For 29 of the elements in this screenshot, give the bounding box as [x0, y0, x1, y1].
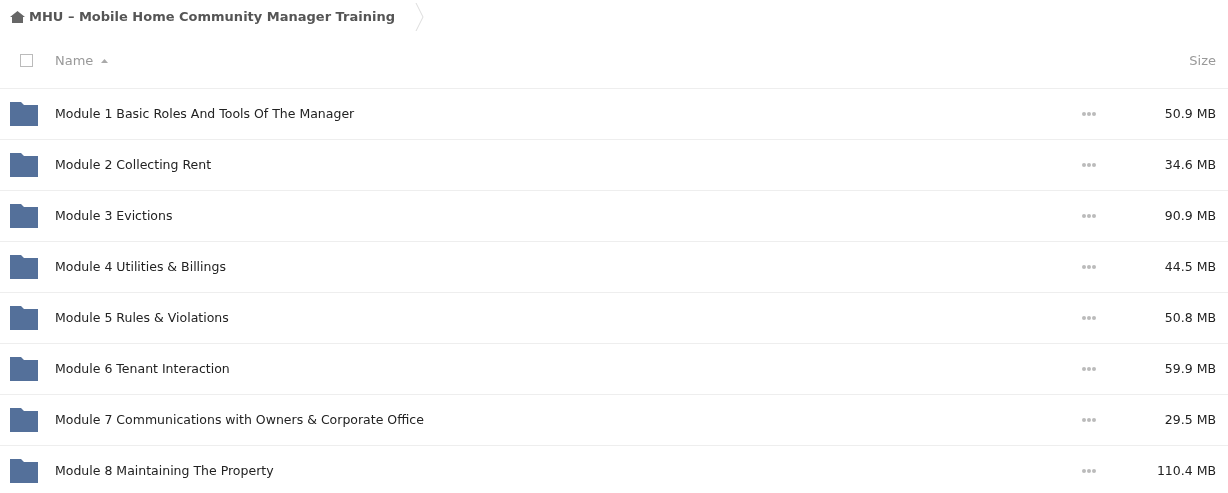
- folder-icon[interactable]: [10, 204, 38, 228]
- file-name[interactable]: Module 6 Tenant Interaction: [55, 359, 230, 379]
- file-name[interactable]: Module 4 Utilities & Billings: [55, 257, 226, 277]
- file-size: 34.6 MB: [1163, 155, 1216, 174]
- folder-icon[interactable]: [10, 153, 38, 177]
- file-size: 59.9 MB: [1163, 359, 1216, 378]
- file-size: 50.9 MB: [1163, 104, 1216, 123]
- folder-icon[interactable]: [10, 306, 38, 330]
- file-size: 50.8 MB: [1163, 308, 1216, 327]
- file-name[interactable]: Module 7 Communications with Owners & Corporate Office: [55, 410, 424, 430]
- file-size: 29.5 MB: [1163, 410, 1216, 429]
- file-name[interactable]: Module 5 Rules & Violations: [55, 308, 229, 328]
- file-name[interactable]: Module 8 Maintaining The Property: [55, 461, 274, 481]
- file-size: 90.9 MB: [1163, 206, 1216, 225]
- file-size: 110.4 MB: [1155, 461, 1216, 480]
- sort-ascending-icon: [101, 58, 109, 63]
- folder-icon[interactable]: [10, 408, 38, 432]
- folder-icon[interactable]: [10, 459, 38, 483]
- file-name[interactable]: Module 1 Basic Roles And Tools Of The Manager: [55, 104, 355, 124]
- chevron-icon: [414, 1, 424, 32]
- file-size: 44.5 MB: [1163, 257, 1216, 276]
- breadcrumb-link[interactable]: MHU – Mobile Home Community Manager Training: [29, 6, 395, 27]
- folder-icon[interactable]: [10, 357, 38, 381]
- folder-icon[interactable]: [10, 255, 38, 279]
- file-name[interactable]: Module 2 Collecting Rent: [55, 155, 212, 175]
- file-name[interactable]: Module 3 Evictions: [55, 206, 173, 226]
- home-icon[interactable]: [10, 10, 25, 23]
- folder-icon[interactable]: [10, 102, 38, 126]
- select-all-checkbox[interactable]: [20, 54, 33, 67]
